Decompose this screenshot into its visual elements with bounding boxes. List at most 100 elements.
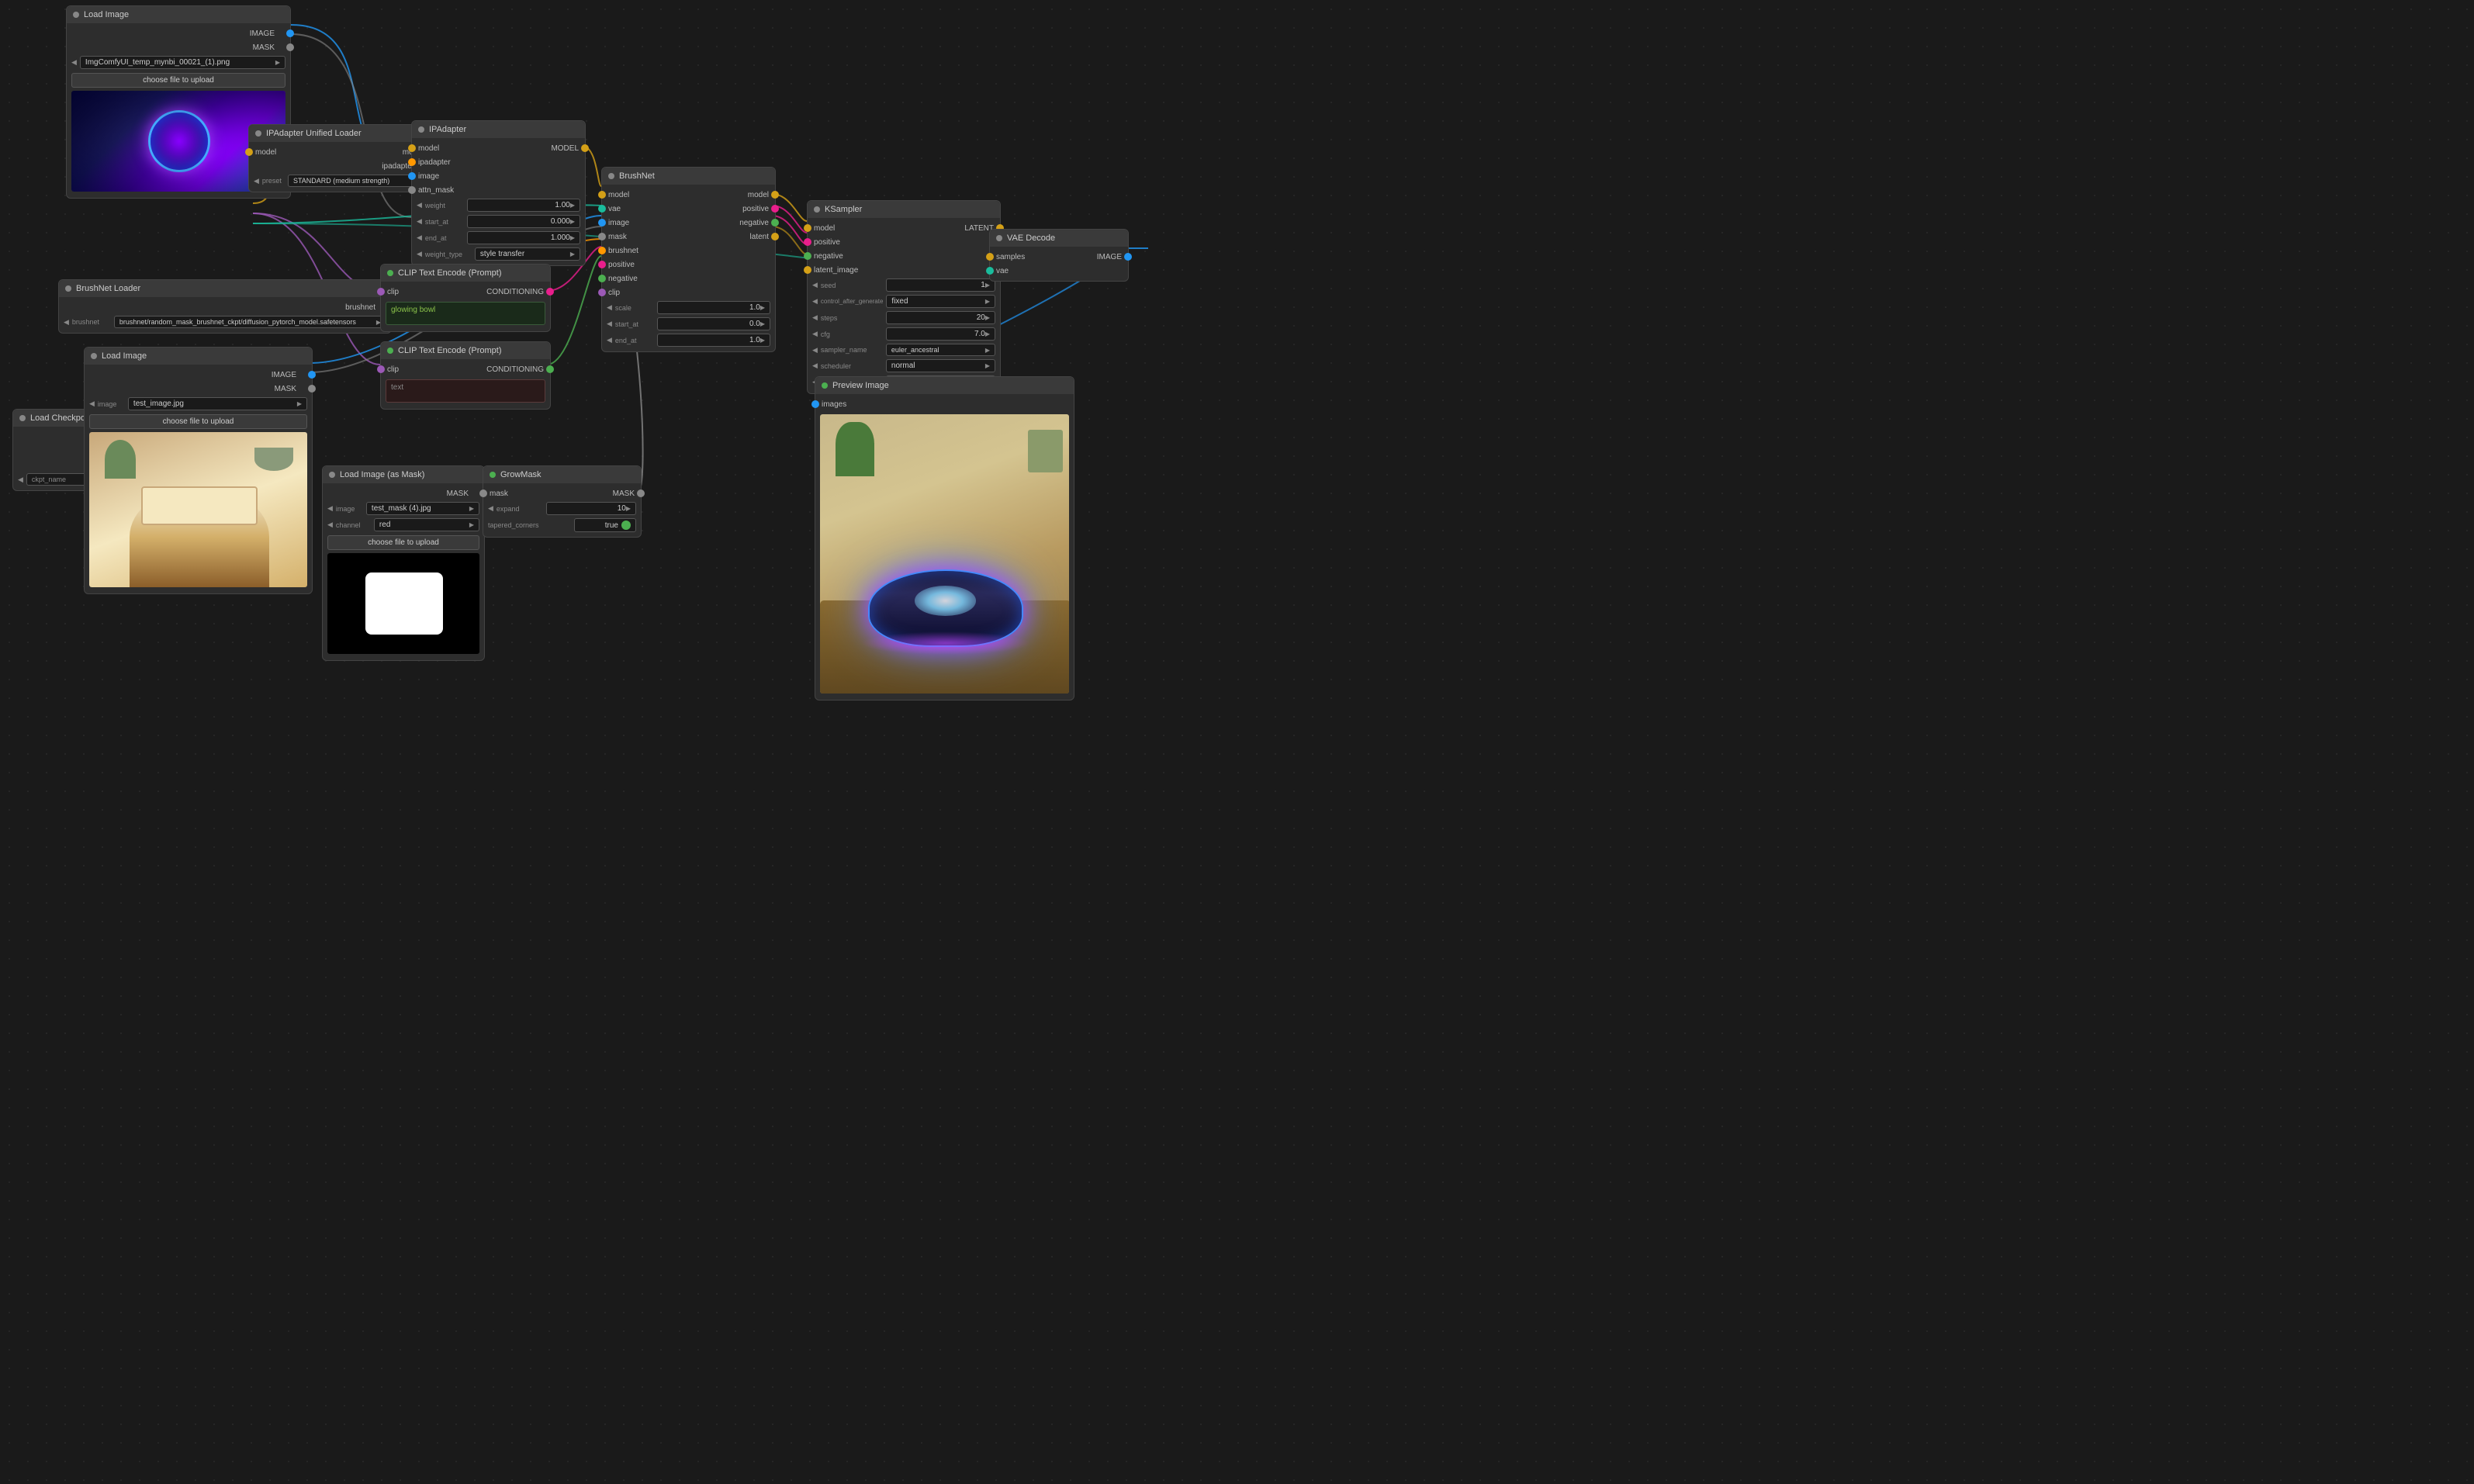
output-image-label: IMAGE xyxy=(265,371,303,379)
bn-end-arrow-left: ◀ xyxy=(607,336,612,344)
output-negative-port[interactable] xyxy=(771,219,779,227)
tapered-field[interactable]: true xyxy=(574,518,636,532)
input-latent-port[interactable] xyxy=(804,266,811,274)
steps-label: steps xyxy=(821,314,883,322)
lib-image-field-row: ◀ image test_image.jpg ▶ xyxy=(85,396,312,412)
steps-field[interactable]: 20 ▶ xyxy=(886,311,995,324)
input-mask-port[interactable] xyxy=(479,489,487,497)
input-clip-port[interactable] xyxy=(377,365,385,373)
node-dot xyxy=(255,130,261,137)
output-conditioning-port[interactable] xyxy=(546,288,554,296)
node-status-dot xyxy=(73,12,79,18)
input-image-port[interactable] xyxy=(408,172,416,180)
input-model-port[interactable] xyxy=(408,144,416,152)
start-at-field[interactable]: 0.000 ▶ xyxy=(467,215,580,228)
lib-image-field[interactable]: test_image.jpg ▶ xyxy=(128,397,307,410)
scheduler-field[interactable]: normal ▶ xyxy=(886,359,995,372)
scale-arrow-left: ◀ xyxy=(607,303,612,312)
preset-field-row: ◀ preset STANDARD (medium strength) ▶ xyxy=(249,173,430,189)
preset-arrow-left: ◀ xyxy=(254,177,259,185)
input-brushnet-port[interactable] xyxy=(598,247,606,254)
image-field[interactable]: ImgComfyUI_temp_mynbi_00021_(1).png ▶ xyxy=(80,56,285,69)
preview-image-title: Preview Image xyxy=(832,381,889,390)
input-model-port[interactable] xyxy=(804,224,811,232)
output-model-port[interactable] xyxy=(771,191,779,199)
input-positive-port[interactable] xyxy=(804,238,811,246)
output-mask-port[interactable] xyxy=(308,385,316,393)
load-image-top-header: Load Image xyxy=(67,6,290,23)
positive-prompt-text: glowing bowl xyxy=(391,306,435,314)
weight-field[interactable]: 1.00 ▶ xyxy=(467,199,580,212)
brushnet-path-field-row: ◀ brushnet brushnet/random_mask_brushnet… xyxy=(59,314,391,330)
input-ipadapter-port[interactable] xyxy=(408,158,416,166)
input-model-port[interactable] xyxy=(598,191,606,199)
sampler-arrow-right: ▶ xyxy=(985,347,990,354)
scheduler-field-row: ◀ scheduler normal ▶ xyxy=(808,358,1000,374)
output-latent-port[interactable] xyxy=(771,233,779,240)
output-image-port[interactable] xyxy=(1124,253,1132,261)
input-vae-port[interactable] xyxy=(986,267,994,275)
sampler-value: euler_ancestral xyxy=(891,346,939,354)
upload-button-mask[interactable]: choose file to upload xyxy=(327,535,479,550)
tapered-toggle[interactable] xyxy=(621,521,631,530)
cfg-field[interactable]: 7.0 ▶ xyxy=(886,327,995,341)
output-image-port[interactable] xyxy=(286,29,294,37)
input-negative-port[interactable] xyxy=(804,252,811,260)
upload-button-top[interactable]: choose file to upload xyxy=(71,73,285,88)
output-positive-port[interactable] xyxy=(771,205,779,213)
input-mask-port[interactable] xyxy=(598,233,606,240)
iul-model-row: model model xyxy=(249,145,430,159)
vae-decode-header: VAE Decode xyxy=(990,230,1128,247)
tapered-label: tapered_corners xyxy=(488,521,571,529)
input-samples-port[interactable] xyxy=(986,253,994,261)
output-mask-port[interactable] xyxy=(637,489,645,497)
vae-decode-body: samples IMAGE vae xyxy=(990,247,1128,281)
input-negative-port[interactable] xyxy=(598,275,606,282)
input-images-port[interactable] xyxy=(811,400,819,408)
scale-field-row: ◀ scale 1.0 ▶ xyxy=(602,299,775,316)
cag-field[interactable]: fixed ▶ xyxy=(886,295,995,308)
input-mask-label: mask xyxy=(602,233,633,241)
preview-image-node: Preview Image images xyxy=(815,376,1074,700)
lim-channel-field[interactable]: red ▶ xyxy=(374,518,479,531)
expand-field[interactable]: 10 ▶ xyxy=(546,502,636,515)
sampler-field[interactable]: euler_ancestral ▶ xyxy=(886,344,995,356)
positive-prompt-area[interactable]: glowing bowl xyxy=(386,302,545,325)
output-conditioning-port[interactable] xyxy=(546,365,554,373)
negative-prompt-area[interactable]: text xyxy=(386,379,545,403)
preset-field[interactable]: STANDARD (medium strength) ▶ xyxy=(288,175,425,187)
end-at-field[interactable]: 1.000 ▶ xyxy=(467,231,580,244)
bn-image-row: image negative xyxy=(602,216,775,230)
input-vae-port[interactable] xyxy=(598,205,606,213)
output-model-label: model xyxy=(742,191,775,199)
iul-ipadapter-row: ipadapter xyxy=(249,159,430,173)
bn-start-field[interactable]: 0.0 ▶ xyxy=(657,317,770,330)
bl-brushnet-row: brushnet xyxy=(59,300,391,314)
output-model-port[interactable] xyxy=(581,144,589,152)
load-image-mask-header: Load Image (as Mask) xyxy=(323,466,484,483)
brushnet-path-field[interactable]: brushnet/random_mask_brushnet_ckpt/diffu… xyxy=(114,316,386,328)
scale-field[interactable]: 1.0 ▶ xyxy=(657,301,770,314)
input-attnmask-port[interactable] xyxy=(408,186,416,194)
input-model-port[interactable] xyxy=(245,148,253,156)
seed-label: seed xyxy=(821,282,883,289)
sampler-field-row: ◀ sampler_name euler_ancestral ▶ xyxy=(808,342,1000,358)
seed-arrow-right: ▶ xyxy=(985,282,990,289)
node-dot xyxy=(19,415,26,421)
input-clip-port[interactable] xyxy=(598,289,606,296)
input-model-label: model xyxy=(602,191,635,199)
input-positive-port[interactable] xyxy=(598,261,606,268)
steps-arrow-left: ◀ xyxy=(812,313,818,322)
upload-button-bottom[interactable]: choose file to upload xyxy=(89,414,307,429)
output-image-port[interactable] xyxy=(308,371,316,379)
weight-type-label: weight_type xyxy=(425,251,472,258)
input-clip-port[interactable] xyxy=(377,288,385,296)
weight-type-field[interactable]: style transfer ▶ xyxy=(475,247,580,261)
input-image-port[interactable] xyxy=(598,219,606,227)
output-mask-port[interactable] xyxy=(286,43,294,51)
seed-field[interactable]: 1 ▶ xyxy=(886,278,995,292)
lim-image-field[interactable]: test_mask (4).jpg ▶ xyxy=(366,502,479,515)
growmask-title: GrowMask xyxy=(500,470,542,479)
bn-end-field[interactable]: 1.0 ▶ xyxy=(657,334,770,347)
end-at-arrow-right: ▶ xyxy=(570,234,575,241)
